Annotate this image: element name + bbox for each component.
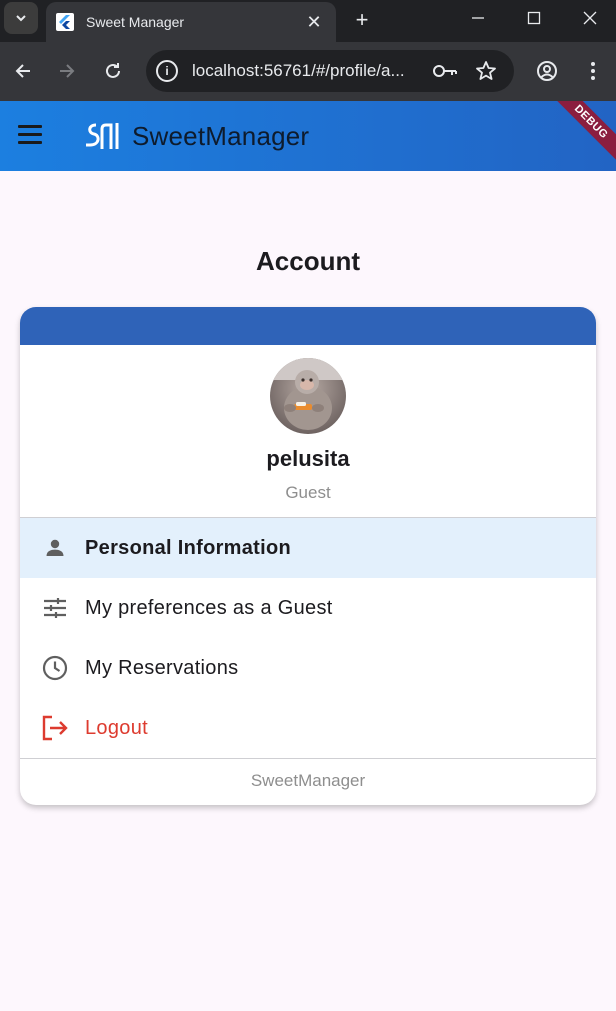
- more-vert-icon: [591, 62, 595, 80]
- tab-title: Sweet Manager: [86, 14, 185, 30]
- profile-username: pelusita: [266, 446, 350, 471]
- menu-item-preferences[interactable]: My preferences as a Guest: [20, 578, 596, 638]
- app-bar: SweetManager DEBUG: [0, 101, 616, 171]
- menu-item-personal-information[interactable]: Personal Information: [20, 518, 596, 578]
- profile-role: Guest: [285, 483, 331, 502]
- account-card: pelusita Guest Personal Information My p…: [20, 307, 596, 805]
- clock-icon: [40, 653, 70, 683]
- menu-item-label: Personal Information: [85, 536, 292, 559]
- bookmark-star-icon[interactable]: [474, 59, 498, 83]
- tab-search-button[interactable]: [4, 2, 38, 34]
- menu-icon[interactable]: [18, 125, 42, 145]
- browser-toolbar: i localhost:56761/#/profile/a...: [0, 42, 616, 101]
- account-circle-icon: [537, 61, 557, 81]
- minimize-button[interactable]: [450, 0, 506, 36]
- tab-close-icon[interactable]: ✕: [302, 10, 326, 34]
- url-text: localhost:56761/#/profile/a...: [192, 61, 405, 80]
- forward-button[interactable]: [52, 56, 82, 86]
- password-key-icon[interactable]: [432, 60, 458, 82]
- browser-titlebar: Sweet Manager ✕ +: [0, 0, 616, 42]
- avatar: [270, 358, 346, 434]
- flutter-favicon-icon: [56, 13, 74, 31]
- arrow-left-icon: [15, 64, 30, 78]
- logout-icon: [40, 713, 70, 743]
- maximize-button[interactable]: [506, 0, 562, 36]
- minimize-icon: [472, 17, 484, 19]
- person-icon: [40, 533, 70, 563]
- debug-banner: DEBUG: [545, 101, 616, 168]
- reload-icon: [106, 63, 120, 78]
- close-window-button[interactable]: [562, 0, 616, 36]
- menu-item-label: My preferences as a Guest: [85, 596, 333, 619]
- close-icon: [583, 11, 597, 25]
- card-footer-text: SweetManager: [250, 771, 366, 790]
- menu-item-reservations[interactable]: My Reservations: [20, 638, 596, 698]
- site-info-icon[interactable]: i: [156, 60, 178, 82]
- browser-menu-button[interactable]: [578, 56, 608, 86]
- card-header: [20, 307, 596, 345]
- profile-button[interactable]: [532, 56, 562, 86]
- menu-item-label: Logout: [85, 716, 148, 739]
- menu-item-logout[interactable]: Logout: [20, 698, 596, 758]
- page-title: Account: [256, 246, 360, 276]
- reload-button[interactable]: [98, 56, 128, 86]
- menu-item-label: My Reservations: [85, 656, 239, 679]
- tune-icon: [40, 593, 70, 623]
- address-bar[interactable]: i localhost:56761/#/profile/a...: [146, 50, 514, 92]
- maximize-icon: [527, 11, 541, 25]
- sweetmanager-logo-icon: [86, 123, 119, 149]
- new-tab-button[interactable]: +: [348, 6, 376, 34]
- divider: [20, 758, 596, 759]
- arrow-right-icon: [60, 64, 75, 78]
- chevron-down-icon: [16, 15, 26, 22]
- app-brand-name: SweetManager: [132, 121, 310, 151]
- back-button[interactable]: [8, 56, 38, 86]
- browser-tab[interactable]: Sweet Manager ✕: [46, 2, 336, 42]
